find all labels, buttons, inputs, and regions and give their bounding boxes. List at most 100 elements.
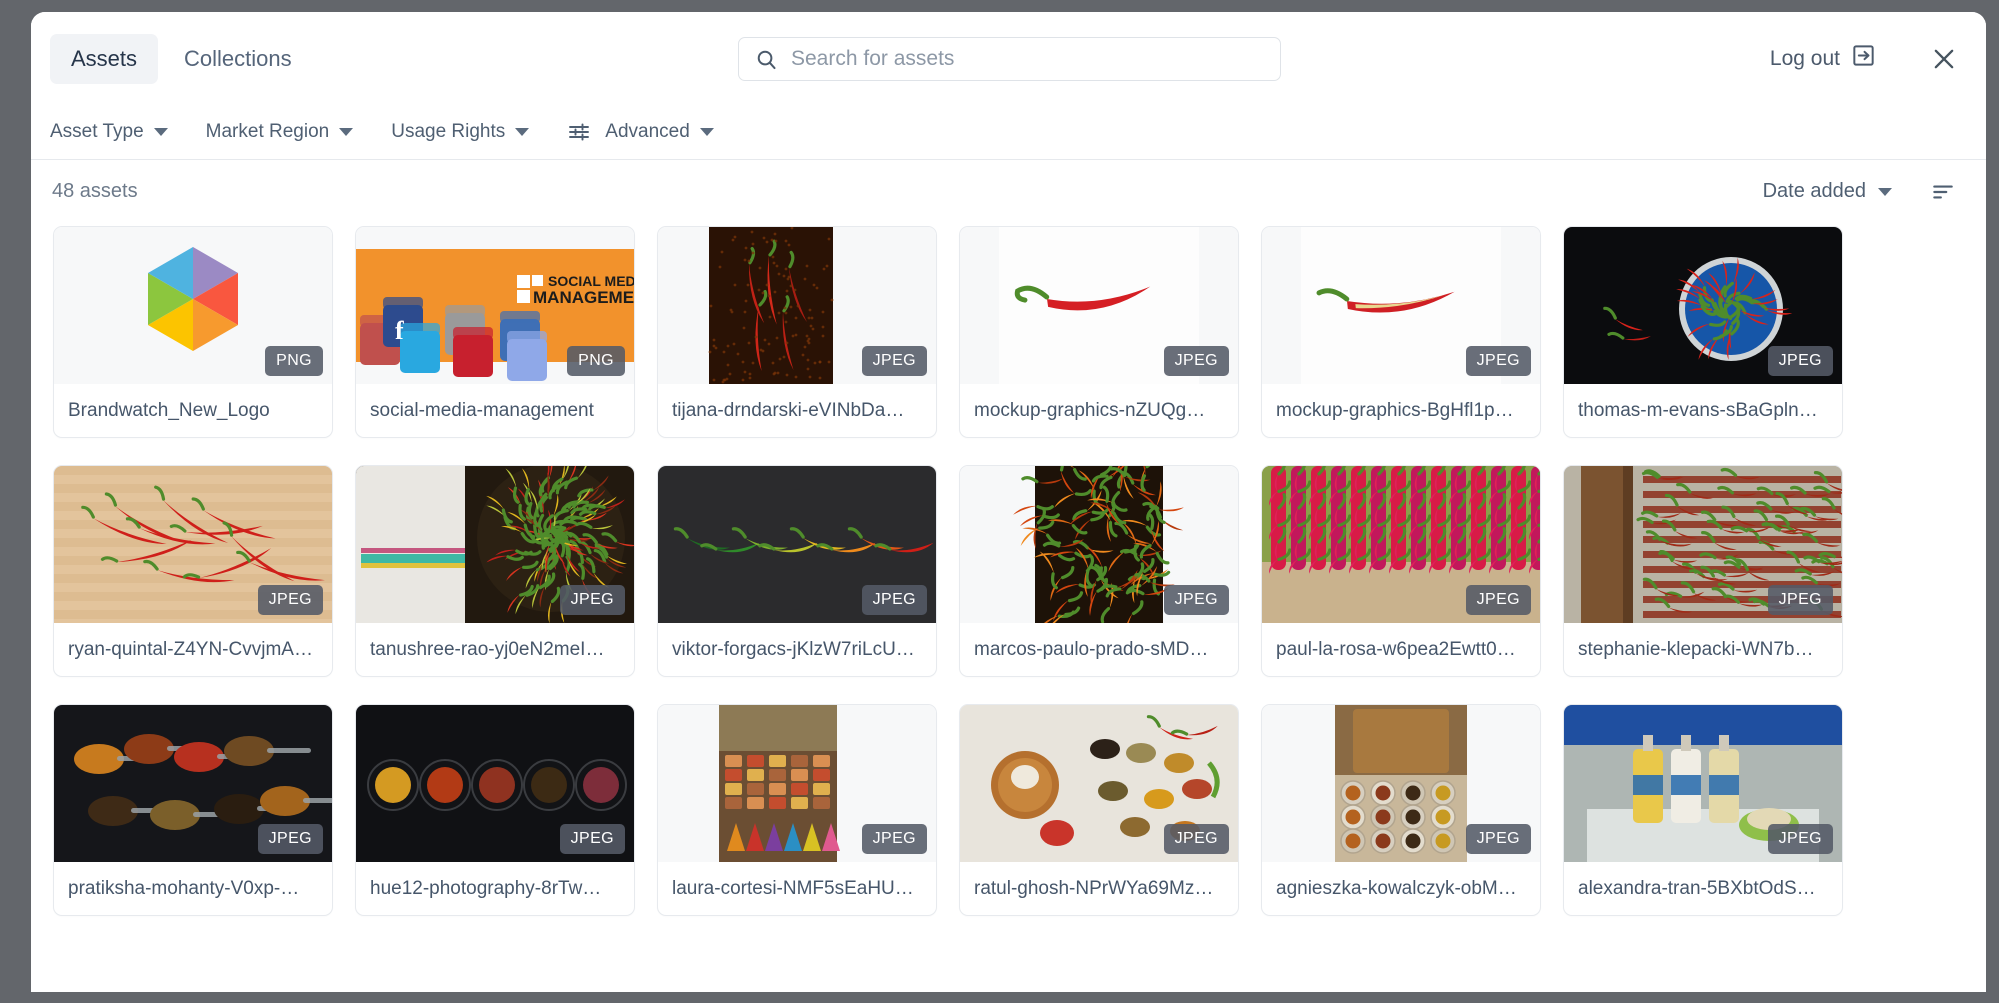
asset-format-badge: PNG (567, 346, 625, 376)
asset-card[interactable]: JPEG viktor-forgacs-jKlzW7riLcU… (657, 465, 937, 677)
chevron-down-icon (700, 128, 714, 136)
asset-card[interactable]: JPEG stephanie-klepacki-WN7b… (1563, 465, 1843, 677)
sort-descending-icon (1930, 179, 1956, 205)
asset-name-text: viktor-forgacs-jKlzW7riLcU… (672, 639, 922, 661)
asset-thumbnail: JPEG (1262, 705, 1540, 862)
asset-format-badge: JPEG (1768, 585, 1833, 615)
asset-name-text: agnieszka-kowalczyk-obM… (1276, 878, 1526, 900)
asset-grid: PNG Brandwatch_New_Logo SOCIAL MEDIAMANAGE… (53, 223, 1964, 916)
asset-name: Brandwatch_New_Logo (54, 384, 332, 437)
asset-thumbnail: JPEG (960, 227, 1238, 384)
asset-format-badge: JPEG (258, 824, 323, 854)
asset-format-badge: JPEG (560, 585, 625, 615)
asset-name: viktor-forgacs-jKlzW7riLcU… (658, 623, 936, 676)
filter-usage-rights[interactable]: Usage Rights (391, 115, 543, 149)
svg-text:MANAGEMENT: MANAGEMENT (533, 288, 634, 307)
asset-thumbnail: JPEG (1564, 227, 1842, 384)
asset-name-text: pratiksha-mohanty-V0xp-… (68, 878, 318, 900)
asset-thumbnail: JPEG (54, 705, 332, 862)
search-input[interactable] (791, 47, 1280, 71)
asset-format-badge: JPEG (1164, 824, 1229, 854)
sort-by-label: Date added (1763, 180, 1866, 203)
sort-direction-button[interactable] (1922, 171, 1964, 213)
asset-name: social-media-management (356, 384, 634, 437)
asset-name-text: laura-cortesi-NMF5sEaHU… (672, 878, 922, 900)
tab-assets[interactable]: Assets (50, 34, 158, 84)
asset-name-text: ratul-ghosh-NPrWYa69Mz… (974, 878, 1224, 900)
asset-card[interactable]: JPEG tijana-drndarski-eVINbDa… (657, 226, 937, 438)
asset-format-badge: JPEG (1164, 346, 1229, 376)
filter-advanced[interactable]: Advanced (567, 114, 728, 150)
logout-button[interactable]: Log out (1758, 35, 1888, 82)
asset-format-badge: JPEG (1466, 346, 1531, 376)
asset-name-text: thomas-m-evans-sBaGpln… (1578, 400, 1828, 422)
asset-thumbnail: SOCIAL MEDIAMANAGEMENT f PNG (356, 227, 634, 384)
asset-card[interactable]: PNG Brandwatch_New_Logo (53, 226, 333, 438)
asset-thumbnail: JPEG (54, 466, 332, 623)
asset-card[interactable]: JPEG agnieszka-kowalczyk-obM… (1261, 704, 1541, 916)
filter-advanced-label: Advanced (605, 121, 690, 143)
asset-thumbnail: JPEG (1262, 227, 1540, 384)
asset-name-text: marcos-paulo-prado-sMD… (974, 639, 1224, 661)
asset-name-text: social-media-management (370, 400, 620, 422)
asset-card[interactable]: JPEG paul-la-rosa-w6pea2Ewtt0… (1261, 465, 1541, 677)
asset-card[interactable]: JPEG pratiksha-mohanty-V0xp-… (53, 704, 333, 916)
chevron-down-icon (154, 128, 168, 136)
asset-name-text: Brandwatch_New_Logo (68, 400, 318, 422)
asset-card[interactable]: JPEG ratul-ghosh-NPrWYa69Mz… (959, 704, 1239, 916)
asset-card[interactable]: JPEG laura-cortesi-NMF5sEaHU… (657, 704, 937, 916)
asset-name: mockup-graphics-BgHfl1p… (1262, 384, 1540, 437)
asset-name: marcos-paulo-prado-sMD… (960, 623, 1238, 676)
asset-name-text: paul-la-rosa-w6pea2Ewtt0… (1276, 639, 1526, 661)
asset-thumbnail: JPEG (1564, 466, 1842, 623)
asset-name-text: mockup-graphics-BgHfl1p… (1276, 400, 1526, 422)
asset-name-text: hue12-photography-8rTw… (370, 878, 620, 900)
tab-collections[interactable]: Collections (163, 34, 313, 84)
logout-label: Log out (1770, 47, 1840, 71)
asset-card[interactable]: JPEG marcos-paulo-prado-sMD… (959, 465, 1239, 677)
asset-picker-modal: Assets Collections Log out (31, 12, 1986, 992)
asset-format-badge: JPEG (1164, 585, 1229, 615)
asset-name-text: alexandra-tran-5BXbtOdS… (1578, 878, 1828, 900)
asset-thumbnail: JPEG (356, 705, 634, 862)
filter-asset-type[interactable]: Asset Type (50, 115, 182, 149)
filter-usage-rights-label: Usage Rights (391, 121, 505, 143)
asset-name: tijana-drndarski-eVINbDa… (658, 384, 936, 437)
asset-name: agnieszka-kowalczyk-obM… (1262, 862, 1540, 915)
asset-card[interactable]: JPEG mockup-graphics-BgHfl1p… (1261, 226, 1541, 438)
asset-card[interactable]: JPEG thomas-m-evans-sBaGpln… (1563, 226, 1843, 438)
asset-name-text: mockup-graphics-nZUQg… (974, 400, 1224, 422)
close-icon (1930, 45, 1958, 73)
asset-format-badge: JPEG (1768, 346, 1833, 376)
chevron-down-icon (1878, 188, 1892, 196)
svg-text:SOCIAL MEDIA: SOCIAL MEDIA (548, 273, 634, 289)
asset-name: hue12-photography-8rTw… (356, 862, 634, 915)
asset-format-badge: JPEG (1466, 824, 1531, 854)
close-button[interactable] (1918, 33, 1970, 85)
asset-format-badge: JPEG (1466, 585, 1531, 615)
asset-card[interactable]: JPEG tanushree-rao-yj0eN2meI… (355, 465, 635, 677)
asset-thumbnail: PNG (54, 227, 332, 384)
asset-card[interactable]: JPEG hue12-photography-8rTw… (355, 704, 635, 916)
asset-card[interactable]: SOCIAL MEDIAMANAGEMENT f PNG social-media-m… (355, 226, 635, 438)
results-toolbar: 48 assets Date added (31, 160, 1986, 223)
asset-name-text: tijana-drndarski-eVINbDa… (672, 400, 922, 422)
asset-thumbnail: JPEG (356, 466, 634, 623)
asset-format-badge: PNG (265, 346, 323, 376)
asset-grid-scroll[interactable]: PNG Brandwatch_New_Logo SOCIAL MEDIAMANAGE… (31, 223, 1986, 992)
asset-name: pratiksha-mohanty-V0xp-… (54, 862, 332, 915)
asset-format-badge: JPEG (862, 824, 927, 854)
asset-card[interactable]: JPEG alexandra-tran-5BXbtOdS… (1563, 704, 1843, 916)
sort-by-dropdown[interactable]: Date added (1753, 174, 1902, 209)
filter-market-region[interactable]: Market Region (206, 115, 368, 149)
asset-count: 48 assets (52, 180, 138, 203)
asset-format-badge: JPEG (862, 585, 927, 615)
asset-card[interactable]: JPEG mockup-graphics-nZUQg… (959, 226, 1239, 438)
search-bar[interactable] (738, 37, 1281, 81)
asset-name: ratul-ghosh-NPrWYa69Mz… (960, 862, 1238, 915)
asset-thumbnail: JPEG (658, 466, 936, 623)
search-icon (755, 48, 778, 71)
sort-controls: Date added (1753, 171, 1964, 213)
asset-card[interactable]: JPEG ryan-quintal-Z4YN-CvvjmA… (53, 465, 333, 677)
asset-format-badge: JPEG (862, 346, 927, 376)
